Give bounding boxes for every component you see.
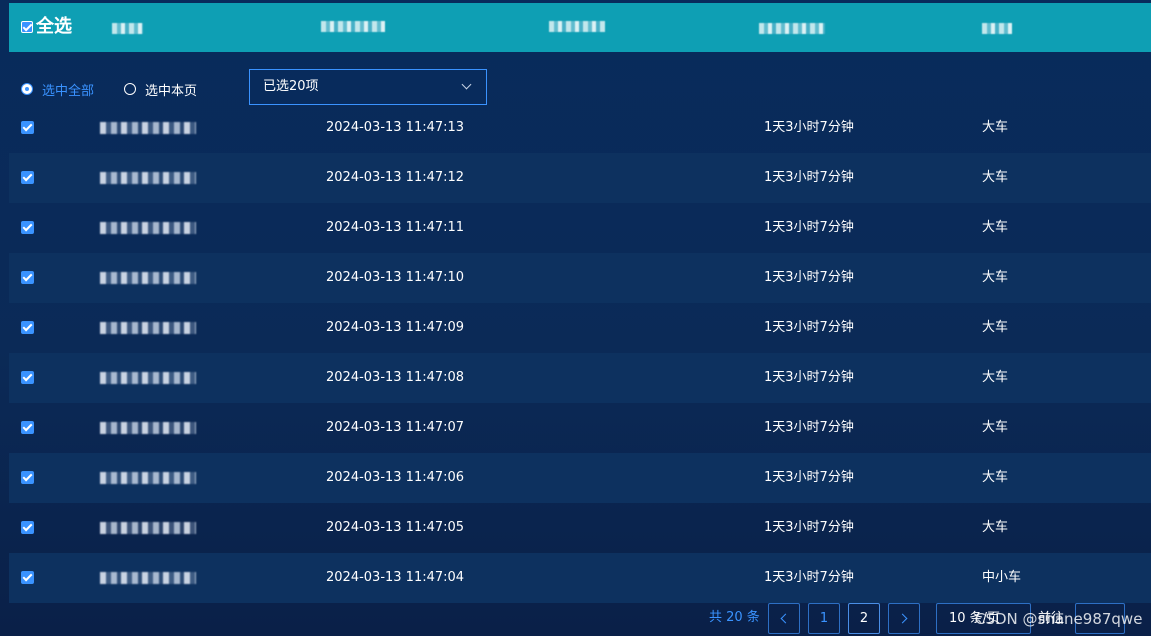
row-time: 2024-03-13 11:47:07: [326, 420, 465, 435]
table-row: 2024-03-13 11:47:12 1天3小时7分钟 大车: [9, 153, 1151, 203]
table-row: 2024-03-13 11:47:04 1天3小时7分钟 中小车: [9, 553, 1151, 603]
row-checkbox[interactable]: [21, 421, 34, 434]
chevron-right-icon: [897, 613, 908, 624]
row-duration: 1天3小时7分钟: [764, 420, 854, 435]
pagination: 共 20 条 1 2 10 条/页 前往 CSDN @shane987qwe: [0, 603, 1151, 636]
selected-count-dropdown[interactable]: 已选20项: [249, 69, 487, 105]
row-name-redacted: [100, 372, 196, 384]
row-time: 2024-03-13 11:47:06: [326, 470, 465, 485]
row-time: 2024-03-13 11:47:09: [326, 320, 465, 335]
row-duration: 1天3小时7分钟: [764, 520, 854, 535]
row-duration: 1天3小时7分钟: [764, 170, 854, 185]
radio-label-select-all[interactable]: 选中全部: [42, 80, 94, 99]
radio-dot-select-all[interactable]: [21, 83, 33, 95]
row-type: 大车: [982, 220, 1009, 235]
row-time: 2024-03-13 11:47:08: [326, 370, 465, 385]
row-time: 2024-03-13 11:47:12: [326, 170, 465, 185]
table-row: 2024-03-13 11:47:07 1天3小时7分钟 大车: [9, 403, 1151, 453]
row-name-redacted: [100, 572, 196, 584]
chevron-down-icon[interactable]: [461, 79, 472, 90]
row-checkbox[interactable]: [21, 321, 34, 334]
row-time: 2024-03-13 11:47:11: [326, 220, 465, 235]
pagination-total: 共 20 条: [709, 610, 760, 625]
table-row: 2024-03-13 11:47:08 1天3小时7分钟 大车: [9, 353, 1151, 403]
selection-mode-group: 选中全部 选中本页: [21, 80, 227, 99]
select-all-label[interactable]: 全选: [36, 15, 72, 39]
row-duration: 1天3小时7分钟: [764, 370, 854, 385]
radio-label-select-page[interactable]: 选中本页: [145, 80, 197, 99]
row-type: 大车: [982, 320, 1009, 335]
row-checkbox[interactable]: [21, 521, 34, 534]
row-duration: 1天3小时7分钟: [764, 220, 854, 235]
row-name-redacted: [100, 322, 196, 334]
row-name-redacted: [100, 172, 196, 184]
header-column-1-redacted: [112, 23, 143, 34]
header-column-2-redacted: [321, 21, 385, 32]
row-checkbox[interactable]: [21, 171, 34, 184]
row-type: 大车: [982, 420, 1009, 435]
row-name-redacted: [100, 422, 196, 434]
table-row: 2024-03-13 11:47:11 1天3小时7分钟 大车: [9, 203, 1151, 253]
row-time: 2024-03-13 11:47:10: [326, 270, 465, 285]
row-checkbox[interactable]: [21, 471, 34, 484]
radio-dot-select-page[interactable]: [124, 83, 137, 95]
csdn-watermark: CSDN @shane987qwe: [975, 610, 1143, 628]
selected-count-value: 已选20项: [263, 79, 319, 94]
row-type: 大车: [982, 120, 1009, 135]
header-column-4-redacted: [759, 23, 825, 34]
row-duration: 1天3小时7分钟: [764, 270, 854, 285]
row-duration: 1天3小时7分钟: [764, 470, 854, 485]
row-name-redacted: [100, 222, 196, 234]
row-name-redacted: [100, 272, 196, 284]
table-body: 2024-03-13 11:47:13 1天3小时7分钟 大车 2024-03-…: [9, 103, 1151, 603]
table-row: 2024-03-13 11:47:09 1天3小时7分钟 大车: [9, 303, 1151, 353]
row-type: 大车: [982, 170, 1009, 185]
row-name-redacted: [100, 472, 196, 484]
page-button-2[interactable]: 2: [848, 603, 880, 634]
page-button-1[interactable]: 1: [808, 603, 840, 634]
row-duration: 1天3小时7分钟: [764, 320, 854, 335]
table-row: 2024-03-13 11:47:10 1天3小时7分钟 大车: [9, 253, 1151, 303]
row-type: 大车: [982, 370, 1009, 385]
row-time: 2024-03-13 11:47:13: [326, 120, 465, 135]
row-checkbox[interactable]: [21, 121, 34, 134]
row-name-redacted: [100, 522, 196, 534]
table-header: 全选: [9, 3, 1151, 52]
radio-select-page[interactable]: 选中本页: [124, 80, 197, 99]
next-page-button[interactable]: [888, 603, 920, 634]
row-type: 大车: [982, 470, 1009, 485]
row-duration: 1天3小时7分钟: [764, 570, 854, 585]
header-column-5-redacted: [982, 23, 1012, 34]
page: 全选 选中全部 选中本页 已选20项 2024-03-13 11:47:13 1…: [0, 0, 1151, 636]
select-all-checkbox[interactable]: [21, 21, 33, 33]
chevron-left-icon: [780, 613, 791, 624]
table-row: 2024-03-13 11:47:05 1天3小时7分钟 大车: [9, 503, 1151, 553]
radio-select-all[interactable]: 选中全部: [21, 80, 94, 99]
row-time: 2024-03-13 11:47:05: [326, 520, 465, 535]
row-name-redacted: [100, 122, 196, 134]
row-checkbox[interactable]: [21, 221, 34, 234]
table-row: 2024-03-13 11:47:06 1天3小时7分钟 大车: [9, 453, 1151, 503]
prev-page-button[interactable]: [768, 603, 800, 634]
header-column-3-redacted: [549, 21, 605, 32]
row-duration: 1天3小时7分钟: [764, 120, 854, 135]
row-checkbox[interactable]: [21, 271, 34, 284]
row-checkbox[interactable]: [21, 571, 34, 584]
row-time: 2024-03-13 11:47:04: [326, 570, 465, 585]
row-type: 大车: [982, 520, 1009, 535]
row-type: 大车: [982, 270, 1009, 285]
table-row: 2024-03-13 11:47:13 1天3小时7分钟 大车: [9, 103, 1151, 153]
row-checkbox[interactable]: [21, 371, 34, 384]
row-type: 中小车: [982, 570, 1022, 585]
